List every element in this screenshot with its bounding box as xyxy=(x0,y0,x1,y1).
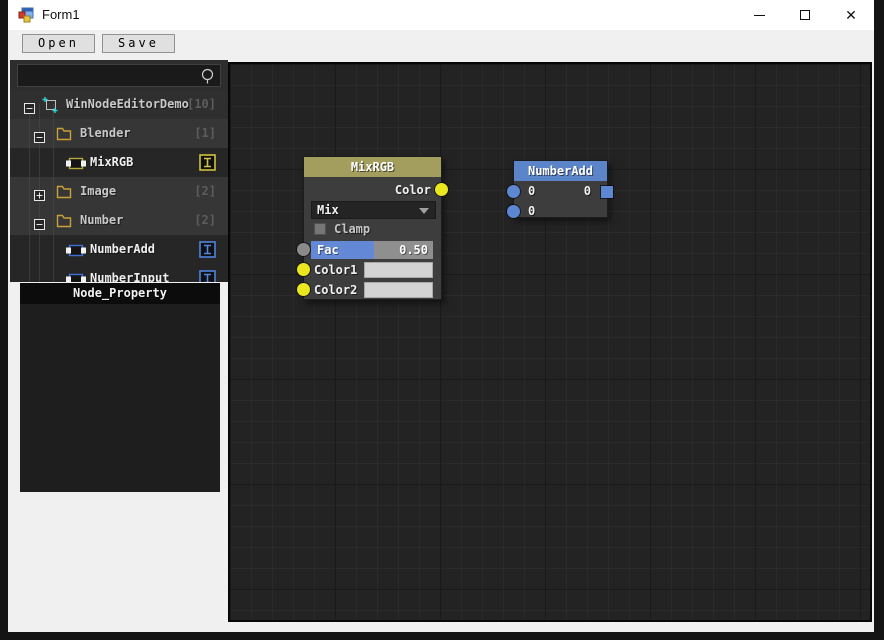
tree-item-blender[interactable]: Blender [1] xyxy=(10,119,228,148)
mixrgb-blend-mode-value: Mix xyxy=(317,203,339,217)
mixrgb-clamp-row: Clamp xyxy=(314,221,370,237)
canvas-icon xyxy=(42,97,58,117)
mixrgb-fac-label: Fac xyxy=(317,243,339,257)
node-library-panel: WinNodeEditorDemo [10] Blender [1] MixRGB … xyxy=(10,60,228,282)
folder-icon xyxy=(56,126,72,145)
mixrgb-color1-input-socket[interactable] xyxy=(297,263,310,276)
mixrgb-color1-swatch[interactable] xyxy=(364,262,433,278)
numberadd-input2-value: 0 xyxy=(528,204,536,218)
tree-item-label: Number xyxy=(80,213,124,227)
tree-item-count: [2] xyxy=(194,184,216,198)
mixrgb-output-label: Color xyxy=(394,183,431,197)
close-icon: ✕ xyxy=(845,6,857,23)
tree-item-numberadd[interactable]: NumberAdd xyxy=(10,235,228,264)
mixrgb-fac-slider[interactable]: Fac 0.50 xyxy=(311,241,433,259)
app-window: Form1 ✕ Open Save WinNodeEditorDemo [10]… xyxy=(8,0,874,632)
mixrgb-color2-swatch[interactable] xyxy=(364,282,433,298)
search-icon xyxy=(200,68,215,89)
numberadd-input1-socket[interactable] xyxy=(507,185,520,198)
mixrgb-fac-input-socket[interactable] xyxy=(297,243,310,256)
tree-item-label: NumberInput xyxy=(90,271,170,282)
collapse-icon[interactable] xyxy=(34,215,45,230)
node-property-panel: Node_Property xyxy=(20,283,220,492)
node-blue-icon xyxy=(66,242,86,261)
tree-item-winnodeeditordemo[interactable]: WinNodeEditorDemo [10] xyxy=(10,90,228,119)
expand-icon[interactable] xyxy=(34,186,45,201)
mixrgb-clamp-checkbox[interactable] xyxy=(314,223,326,235)
tree-item-count: [10] xyxy=(187,97,216,111)
node-numberadd[interactable]: NumberAdd 0 0 0 xyxy=(507,160,613,218)
mixrgb-color2-input-socket[interactable] xyxy=(297,283,310,296)
node-type-badge-icon xyxy=(199,270,216,282)
mixrgb-node-header[interactable]: MixRGB xyxy=(304,157,441,177)
mixrgb-blend-mode-dropdown[interactable]: Mix xyxy=(311,201,436,219)
minimize-icon xyxy=(753,14,765,16)
tree-item-label: NumberAdd xyxy=(90,242,156,256)
minimize-button[interactable] xyxy=(736,0,782,30)
node-blue-icon xyxy=(66,271,86,282)
tree-item-numberinput[interactable]: NumberInput xyxy=(10,264,228,282)
open-button[interactable]: Open xyxy=(22,34,95,53)
node-canvas[interactable]: MixRGB Color Mix Clamp Fac 0.50 Color1 C… xyxy=(230,64,870,620)
mixrgb-fac-value: 0.50 xyxy=(399,243,428,257)
numberadd-output-socket[interactable] xyxy=(601,186,613,198)
desktop-background: Form1 ✕ Open Save WinNodeEditorDemo [10]… xyxy=(0,0,884,640)
mixrgb-clamp-label: Clamp xyxy=(334,222,371,236)
maximize-button[interactable] xyxy=(782,0,828,30)
numberadd-node-header[interactable]: NumberAdd xyxy=(514,161,607,181)
window-title: Form1 xyxy=(42,7,80,22)
tree-item-number[interactable]: Number [2] xyxy=(10,206,228,235)
node-type-badge-icon xyxy=(199,241,216,262)
folder-icon xyxy=(56,184,72,203)
tree-item-label: Image xyxy=(80,184,117,198)
titlebar[interactable]: Form1 ✕ xyxy=(8,0,874,30)
save-button[interactable]: Save xyxy=(102,34,175,53)
numberadd-input1-value: 0 xyxy=(528,184,536,198)
node-type-badge-icon xyxy=(199,154,216,175)
node-mixrgb[interactable]: MixRGB Color Mix Clamp Fac 0.50 Color1 C… xyxy=(297,156,448,300)
form-app-icon xyxy=(18,7,34,23)
chevron-down-icon xyxy=(419,208,429,214)
tree-item-label: Blender xyxy=(80,126,131,140)
node-yellow-icon xyxy=(66,155,86,174)
numberadd-output-value: 0 xyxy=(583,184,591,198)
tree-item-count: [1] xyxy=(194,126,216,140)
tree-item-label: WinNodeEditorDemo xyxy=(66,97,189,111)
tree-list: WinNodeEditorDemo [10] Blender [1] MixRGB … xyxy=(10,90,228,282)
search-input[interactable] xyxy=(20,66,200,85)
canvas-frame: MixRGB Color Mix Clamp Fac 0.50 Color1 C… xyxy=(228,62,872,622)
collapse-icon[interactable] xyxy=(24,99,35,114)
tree-item-mixrgb[interactable]: MixRGB xyxy=(10,148,228,177)
collapse-icon[interactable] xyxy=(34,128,45,143)
maximize-icon xyxy=(800,10,810,20)
tree-item-image[interactable]: Image [2] xyxy=(10,177,228,206)
search-box[interactable] xyxy=(17,64,221,87)
numberadd-input2-socket[interactable] xyxy=(507,205,520,218)
close-button[interactable]: ✕ xyxy=(828,0,874,30)
mixrgb-color2-label: Color2 xyxy=(314,283,358,297)
folder-icon xyxy=(56,213,72,232)
node-property-title: Node_Property xyxy=(20,283,220,304)
tree-item-label: MixRGB xyxy=(90,155,134,169)
toolbar: Open Save xyxy=(8,30,874,62)
mixrgb-color1-label: Color1 xyxy=(314,263,358,277)
tree-item-count: [2] xyxy=(194,213,216,227)
mixrgb-color-output-socket[interactable] xyxy=(435,183,448,196)
